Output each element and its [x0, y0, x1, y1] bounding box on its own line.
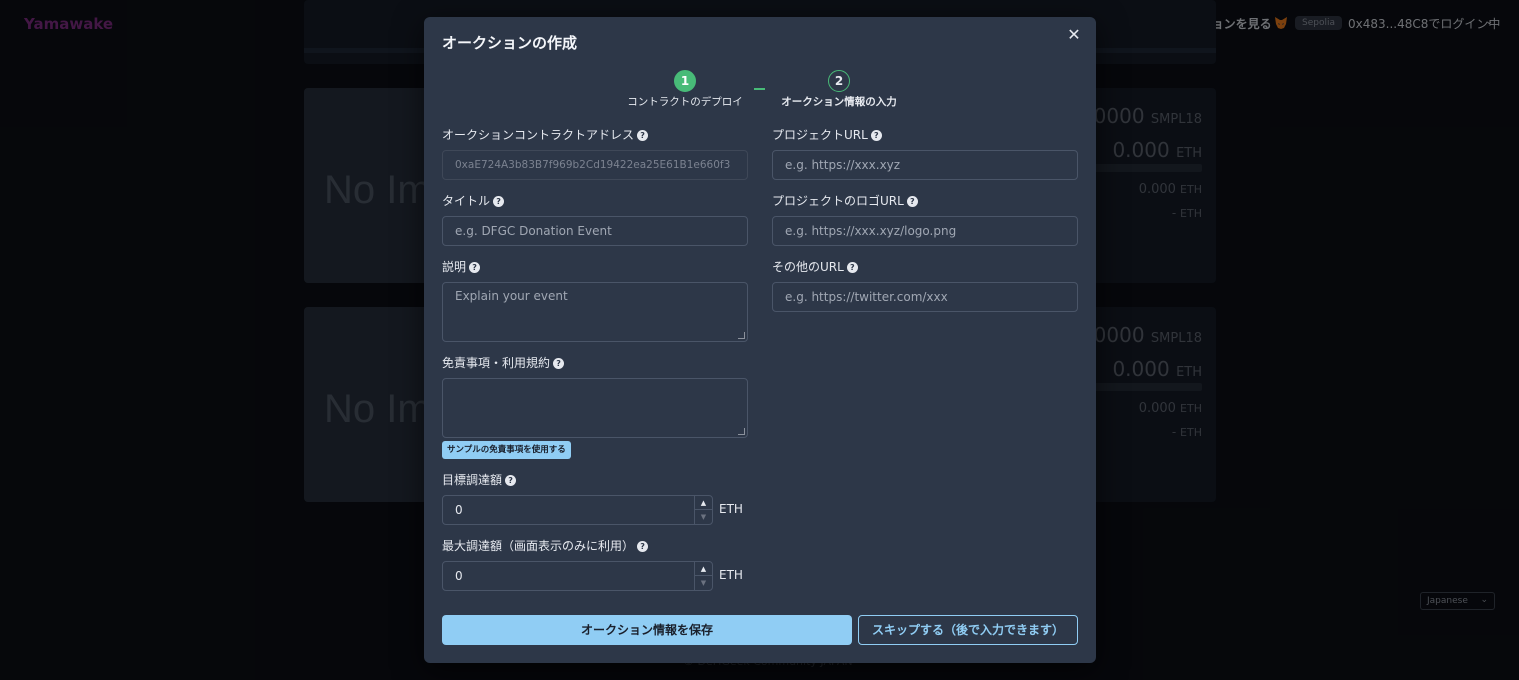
skip-button[interactable]: スキップする（後で入力できます）	[858, 615, 1078, 645]
help-icon[interactable]: ?	[637, 130, 649, 141]
step-label: コントラクトのデプロイ	[627, 96, 743, 108]
metamask-fox-icon	[1275, 17, 1287, 29]
help-icon[interactable]: ?	[906, 196, 918, 207]
help-icon[interactable]: ?	[846, 262, 858, 273]
token-amount: 00000 SMPL18	[1080, 104, 1202, 128]
step-enter-info: 2 オークション情報の入力	[780, 70, 898, 109]
step-deploy-contract: 1 コントラクトのデプロイ	[627, 70, 743, 109]
target-amount-label: 目標調達額?	[442, 471, 517, 488]
decrement-icon[interactable]: ▼	[695, 510, 712, 524]
number-stepper[interactable]: ▲ ▼	[694, 496, 712, 524]
max-amount-value: 0	[455, 569, 463, 583]
max-amount-unit: ETH	[719, 568, 743, 582]
contract-address-label: オークションコントラクトアドレス?	[442, 126, 649, 143]
max-amount-input[interactable]: 0 ▲ ▼	[442, 561, 713, 591]
step-label: オークション情報の入力	[781, 96, 897, 108]
description-textarea[interactable]: Explain your event	[442, 282, 748, 342]
token-amount: 00000 SMPL18	[1080, 323, 1202, 347]
use-sample-terms-button[interactable]: サンプルの免責事項を使用する	[442, 441, 571, 459]
project-url-label: プロジェクトURL?	[772, 126, 882, 143]
chevron-down-icon[interactable]: ⌄	[1485, 16, 1493, 27]
help-icon[interactable]: ?	[469, 262, 481, 273]
close-icon[interactable]: ✕	[1066, 27, 1082, 43]
account-status[interactable]: 0x483...48C8でログイン中	[1348, 15, 1500, 32]
increment-icon[interactable]: ▲	[695, 562, 712, 576]
help-icon[interactable]: ?	[493, 196, 505, 207]
raised-amount: 0.000 ETH	[1112, 138, 1202, 162]
help-icon[interactable]: ?	[637, 541, 649, 552]
step-connector	[754, 88, 765, 90]
stat-value: 0.000 ETH	[1138, 182, 1202, 197]
target-amount-unit: ETH	[719, 502, 743, 516]
stat-value: - ETH	[1171, 425, 1202, 439]
terms-textarea[interactable]	[442, 378, 748, 438]
terms-label: 免責事項・利用規約?	[442, 354, 565, 371]
app-logo[interactable]: Yamawake	[24, 15, 113, 33]
resize-handle-icon[interactable]	[738, 428, 745, 435]
decrement-icon[interactable]: ▼	[695, 576, 712, 590]
step-number: 2	[828, 70, 850, 92]
chevron-down-icon: ⌄	[1480, 595, 1488, 605]
target-amount-input[interactable]: 0 ▲ ▼	[442, 495, 713, 525]
other-url-input[interactable]: e.g. https://twitter.com/xxx	[772, 282, 1078, 312]
title-input[interactable]: e.g. DFGC Donation Event	[442, 216, 748, 246]
project-url-input[interactable]: e.g. https://xxx.xyz	[772, 150, 1078, 180]
language-select[interactable]: Japanese ⌄	[1420, 592, 1495, 610]
create-auction-modal: オークションの作成 ✕ 1 コントラクトのデプロイ 2 オークション情報の入力 …	[424, 17, 1096, 663]
step-number: 1	[674, 70, 696, 92]
contract-address-field: 0xaE724A3b83B7f969b2Cd19422ea25E61B1e660…	[442, 150, 748, 180]
description-label: 説明?	[442, 258, 481, 275]
network-badge: Sepolia	[1295, 16, 1342, 30]
save-auction-info-button[interactable]: オークション情報を保存	[442, 615, 852, 645]
logo-url-input[interactable]: e.g. https://xxx.xyz/logo.png	[772, 216, 1078, 246]
increment-icon[interactable]: ▲	[695, 496, 712, 510]
logo-url-label: プロジェクトのロゴURL?	[772, 192, 918, 209]
title-label: タイトル?	[442, 192, 505, 209]
max-amount-label: 最大調達額（画面表示のみに利用）?	[442, 537, 649, 554]
number-stepper[interactable]: ▲ ▼	[694, 562, 712, 590]
help-icon[interactable]: ?	[505, 475, 517, 486]
other-url-label: その他のURL?	[772, 258, 858, 275]
stat-value: - ETH	[1171, 206, 1202, 220]
stat-value: 0.000 ETH	[1138, 401, 1202, 416]
modal-title: オークションの作成	[442, 34, 578, 52]
description-placeholder: Explain your event	[455, 289, 568, 303]
help-icon[interactable]: ?	[553, 358, 565, 369]
language-value: Japanese	[1427, 596, 1468, 606]
target-amount-value: 0	[455, 503, 463, 517]
resize-handle-icon[interactable]	[738, 332, 745, 339]
help-icon[interactable]: ?	[870, 130, 882, 141]
raised-amount: 0.000 ETH	[1112, 357, 1202, 381]
